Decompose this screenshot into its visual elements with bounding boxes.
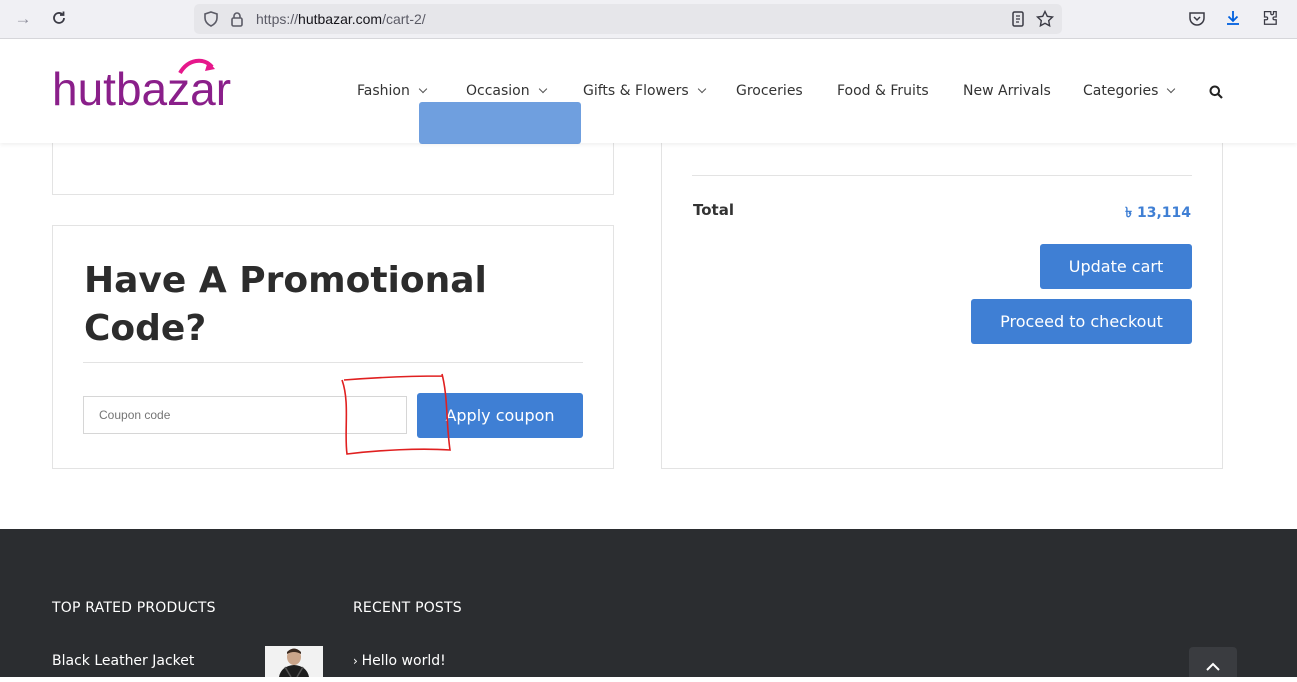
annotation-scribble xyxy=(341,373,451,455)
total-label: Total xyxy=(693,201,734,219)
nav-groceries-label: Groceries xyxy=(736,83,803,99)
promo-title: Have A Promotional Code? xyxy=(84,260,487,349)
nav-new-arrivals[interactable]: New Arrivals xyxy=(963,83,1051,99)
lock-icon[interactable] xyxy=(227,9,247,29)
jacket-thumbnail-image xyxy=(265,646,323,677)
ghost-proceed-button xyxy=(419,102,581,144)
extensions-icon[interactable] xyxy=(1260,8,1280,28)
nav-fashion[interactable]: Fashion xyxy=(357,83,428,99)
chevron-down-icon xyxy=(538,84,547,94)
forward-icon[interactable]: → xyxy=(12,8,34,30)
total-value: ৳ 13,114 xyxy=(1125,205,1191,221)
search-icon[interactable] xyxy=(1209,85,1223,99)
chevron-down-icon xyxy=(697,84,706,94)
recent-post-title: Hello world! xyxy=(361,653,446,669)
pocket-icon[interactable] xyxy=(1187,8,1207,28)
nav-food-fruits[interactable]: Food & Fruits xyxy=(837,83,929,99)
product-thumbnail[interactable] xyxy=(265,646,323,677)
chevron-down-icon xyxy=(418,84,428,94)
nav-new-arrivals-label: New Arrivals xyxy=(963,83,1051,99)
chevron-up-icon xyxy=(1206,662,1220,671)
downloads-icon[interactable] xyxy=(1223,8,1243,28)
nav-food-label: Food & Fruits xyxy=(837,83,929,99)
url-path: /cart-2/ xyxy=(382,11,426,27)
logo-text: hutbazar xyxy=(52,63,231,113)
nav-categories-label: Categories xyxy=(1083,83,1159,99)
browser-toolbar: → https://hutbazar.com/cart-2/ xyxy=(0,0,1297,39)
nav-fashion-label: Fashion xyxy=(357,83,410,99)
top-rated-heading: TOP RATED PRODUCTS xyxy=(52,600,216,616)
reload-icon[interactable] xyxy=(49,8,69,28)
nav-occasion-label: Occasion xyxy=(466,83,530,99)
url-text[interactable]: https://hutbazar.com/cart-2/ xyxy=(256,11,426,27)
recent-post-link[interactable]: › Hello world! xyxy=(353,653,446,669)
top-rated-product-link[interactable]: Black Leather Jacket xyxy=(52,653,194,669)
shield-icon[interactable] xyxy=(201,9,221,29)
chevron-down-icon xyxy=(1167,84,1176,94)
site-footer: TOP RATED PRODUCTS Black Leather Jacket … xyxy=(0,529,1297,677)
url-bar[interactable]: https://hutbazar.com/cart-2/ xyxy=(194,4,1062,34)
recent-posts-heading: RECENT POSTS xyxy=(353,600,462,616)
site-header: hutbazar Fashion Occasion Gifts & Flower… xyxy=(0,39,1297,143)
totals-divider xyxy=(692,175,1192,176)
nav-occasion[interactable]: Occasion xyxy=(466,83,547,99)
chevron-right-icon: › xyxy=(353,654,362,668)
promo-divider xyxy=(83,362,583,363)
url-scheme: https:// xyxy=(256,11,299,27)
nav-groceries[interactable]: Groceries xyxy=(736,83,803,99)
hutbazar-logo[interactable]: hutbazar xyxy=(52,53,282,113)
nav-gifts-label: Gifts & Flowers xyxy=(583,83,689,99)
proceed-to-checkout-button[interactable]: Proceed to checkout xyxy=(971,299,1192,344)
reader-view-icon[interactable] xyxy=(1008,9,1028,29)
nav-gifts-flowers[interactable]: Gifts & Flowers xyxy=(583,83,706,99)
scroll-to-top-button[interactable] xyxy=(1189,647,1237,677)
update-cart-button[interactable]: Update cart xyxy=(1040,244,1192,289)
bookmark-star-icon[interactable] xyxy=(1035,9,1055,29)
nav-categories[interactable]: Categories xyxy=(1083,83,1176,99)
url-host: hutbazar.com xyxy=(298,11,383,27)
